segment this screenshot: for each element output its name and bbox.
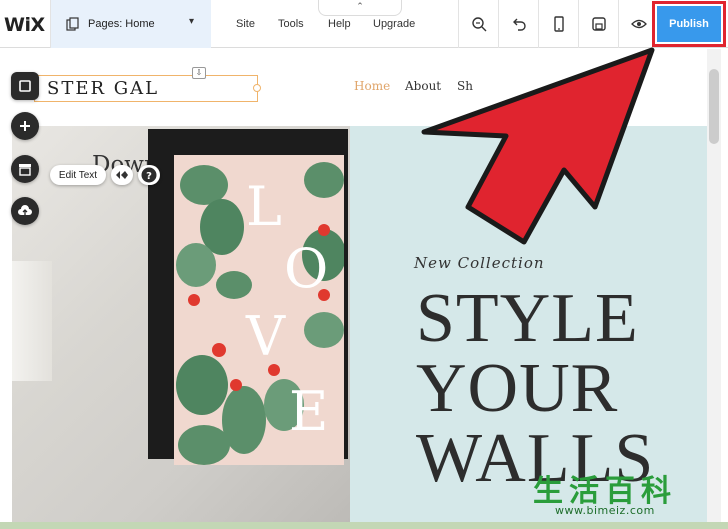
zoom-button[interactable] [458,0,498,48]
mobile-view-button[interactable] [538,0,578,48]
menu-help[interactable]: Help [328,18,351,30]
poster-letter-l: L [246,175,282,238]
menu-site[interactable]: Site [236,18,255,30]
svg-text:?: ? [146,171,152,182]
design-icon [116,171,128,179]
save-button[interactable] [578,0,618,48]
poster-letter-o: O [284,237,329,300]
add-button[interactable] [11,112,39,140]
background-icon [19,80,31,92]
pages-dropdown-label: Pages: Home [88,18,155,30]
publish-button[interactable]: Publish [657,6,721,42]
editor-window: WiX Pages: Home ▾ Site Tools Help Upgrad… [0,0,728,522]
undo-icon [512,18,526,31]
resize-handle[interactable] [253,84,261,92]
top-bar: WiX Pages: Home ▾ Site Tools Help Upgrad… [0,0,728,48]
watermark-url: www.bimeiz.com [555,504,655,517]
help-button[interactable]: ? [138,165,160,185]
download-handle-icon[interactable]: ⇩ [192,67,206,79]
instruction-arrow [421,47,655,245]
chevron-down-icon: ▾ [189,16,195,27]
edit-text-button[interactable]: Edit Text [50,165,106,185]
zoom-icon [471,17,486,32]
upload-button[interactable] [11,197,39,225]
collapse-toolbar-handle[interactable]: ⌃ [318,0,402,16]
lamp-shade [12,261,52,381]
store-button[interactable] [11,155,39,183]
help-icon: ? [141,167,157,183]
love-poster: L O V E [174,155,344,465]
add-icon [20,121,30,131]
pages-icon [66,17,79,31]
scrollbar-thumb[interactable] [709,69,719,144]
poster-letter-e: E [289,380,329,443]
pages-dropdown[interactable]: Pages: Home ▾ [51,0,211,48]
save-icon [591,17,606,31]
menu-tools[interactable]: Tools [278,18,304,30]
poster-letter-v: V [246,305,285,368]
wix-logo: WiX [4,14,45,36]
headline-line-1[interactable]: STYLE [416,284,639,354]
design-button[interactable] [111,165,133,185]
headline-line-2[interactable]: YOUR [416,354,618,424]
store-icon [19,164,31,176]
watermark: 生活百科 www.bimeiz.com [525,466,705,522]
undo-button[interactable] [498,0,538,48]
preview-icon [630,19,647,29]
menu-upgrade[interactable]: Upgrade [373,18,415,30]
background-button[interactable] [11,72,39,100]
site-title-text[interactable]: STER GAL [34,75,258,102]
upload-icon [18,205,32,215]
mobile-icon [553,16,564,32]
